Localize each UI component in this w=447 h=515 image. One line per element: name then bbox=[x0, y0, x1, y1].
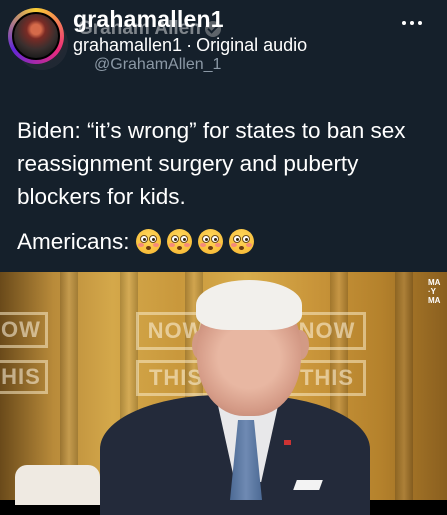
reel-post-header: Graham Allen @GrahamAllen_1 grahamallen1… bbox=[0, 0, 447, 272]
audio-username: grahamallen1 bbox=[73, 35, 183, 55]
pocket-square bbox=[293, 480, 323, 490]
flushed-face-icon bbox=[135, 229, 161, 254]
flushed-face-icon bbox=[228, 229, 254, 254]
audio-label: Original audio bbox=[196, 35, 308, 55]
avatar-image bbox=[12, 12, 60, 60]
chair bbox=[15, 465, 100, 505]
tweet-handle: @GrahamAllen_1 bbox=[94, 56, 222, 73]
corner-watermark: MA ·Y MA bbox=[428, 278, 441, 305]
tweet-reaction-line: Americans: bbox=[17, 225, 254, 258]
lapel-pin bbox=[284, 440, 291, 445]
flushed-face-icon bbox=[197, 229, 223, 254]
audio-separator: · bbox=[186, 35, 193, 55]
more-options-icon[interactable] bbox=[402, 18, 430, 28]
audio-link[interactable]: grahamallen1 · Original audio bbox=[73, 35, 307, 56]
speaker-hair bbox=[196, 280, 302, 330]
background-sign: OW bbox=[0, 312, 48, 348]
tweet-text: Biden: “it’s wrong” for states to ban se… bbox=[17, 118, 406, 209]
username-link[interactable]: grahamallen1 bbox=[73, 6, 224, 33]
tweet-line2-text: Americans: bbox=[17, 229, 130, 254]
flushed-face-icon bbox=[166, 229, 192, 254]
background-sign: HIS bbox=[0, 360, 48, 394]
profile-avatar[interactable] bbox=[8, 8, 64, 64]
